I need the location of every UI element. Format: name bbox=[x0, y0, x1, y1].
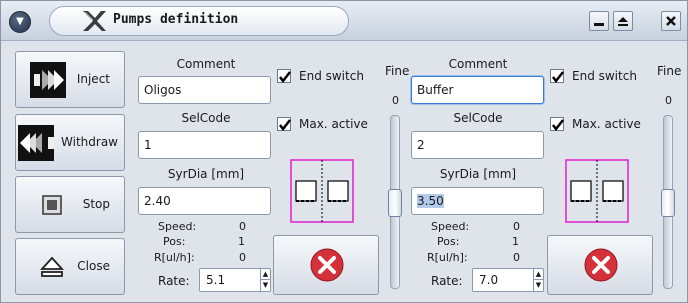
pump1-rate-down-icon[interactable]: ▼ bbox=[261, 280, 270, 291]
pump1-rate-label: Rate: bbox=[158, 274, 190, 288]
withdraw-button[interactable]: Withdraw bbox=[15, 114, 125, 171]
pump2-syrdia-label: SyrDia [mm] bbox=[439, 167, 517, 181]
cancel-x-icon bbox=[584, 248, 618, 282]
pump2-speed-label: Speed: bbox=[431, 220, 470, 233]
title-bar[interactable]: ▼ Pumps definition bbox=[1, 1, 687, 41]
pump1-pos-label: Pos: bbox=[163, 235, 186, 248]
pump1-comment-label: Comment bbox=[176, 57, 236, 71]
pump2-end-switch-label: End switch bbox=[572, 69, 637, 83]
pump2-rate-up-icon[interactable]: ▲ bbox=[534, 269, 543, 280]
pumps-definition-window: ▼ Pumps definition Inject Withdraw Stop … bbox=[0, 0, 688, 303]
pump2-speed-value: 0 bbox=[513, 220, 520, 233]
window-menu-button[interactable]: ▼ bbox=[9, 11, 31, 33]
pump2-rate-unit-label: R[ul/h]: bbox=[427, 251, 468, 264]
withdraw-arrow-icon bbox=[18, 125, 54, 161]
pump1-syrdia-label: SyrDia [mm] bbox=[167, 167, 245, 181]
pump1-syrdia-input[interactable]: 2.40 bbox=[138, 187, 271, 215]
pump2-rate-spinbox[interactable]: 7.0 ▲ ▼ bbox=[472, 268, 544, 292]
pump1-end-switch-checkbox[interactable] bbox=[277, 69, 291, 84]
pump1-max-active-checkbox[interactable] bbox=[277, 117, 291, 132]
checkmark-icon bbox=[279, 71, 291, 84]
pump1-syringe-icon bbox=[290, 159, 354, 223]
maximize-button[interactable] bbox=[613, 11, 633, 31]
checkmark-icon bbox=[552, 71, 564, 84]
x-logo-icon bbox=[83, 11, 106, 31]
pump2-max-active-label: Max. active bbox=[572, 117, 641, 131]
pump1-end-switch-label: End switch bbox=[299, 69, 364, 83]
inject-label: Inject bbox=[76, 72, 110, 86]
close-action-button[interactable]: Close bbox=[15, 238, 125, 295]
pump2-pos-label: Pos: bbox=[437, 235, 460, 248]
pump2-syrdia-input[interactable]: 3.50 bbox=[411, 187, 544, 215]
pump1-fine-label: Fine bbox=[385, 64, 410, 78]
pump1-selcode-label: SelCode bbox=[181, 111, 231, 125]
pump1-max-active-label: Max. active bbox=[299, 117, 368, 131]
eject-icon bbox=[40, 256, 64, 277]
inject-button[interactable]: Inject bbox=[15, 51, 125, 108]
inject-arrow-icon bbox=[30, 62, 66, 98]
minimize-icon bbox=[594, 23, 604, 26]
pump2-syringe-icon bbox=[565, 159, 629, 223]
pump1-fine-slider-thumb[interactable] bbox=[388, 189, 402, 217]
stop-button[interactable]: Stop bbox=[15, 176, 125, 233]
pump1-speed-label: Speed: bbox=[158, 220, 197, 233]
pump1-comment-input[interactable]: Oligos bbox=[138, 76, 271, 104]
cancel-x-icon bbox=[310, 248, 344, 282]
pump2-comment-label: Comment bbox=[448, 57, 508, 71]
pump2-rate-arrows[interactable]: ▲ ▼ bbox=[533, 269, 543, 291]
stop-label: Stop bbox=[82, 197, 110, 211]
pump1-rate-value: 5.1 bbox=[206, 273, 226, 287]
pump1-rate-spinbox[interactable]: 5.1 ▲ ▼ bbox=[199, 268, 271, 292]
pump2-syrdia-value: 3.50 bbox=[417, 194, 444, 208]
pump1-cancel-button[interactable] bbox=[273, 235, 379, 295]
pump2-selcode-label: SelCode bbox=[453, 111, 503, 125]
pump2-pos-value: 1 bbox=[512, 235, 519, 248]
pump2-rate-down-icon[interactable]: ▼ bbox=[534, 280, 543, 291]
pump2-cancel-button[interactable] bbox=[547, 235, 653, 295]
pump1-speed-value: 0 bbox=[239, 220, 246, 233]
pump2-fine-label: Fine bbox=[657, 64, 682, 78]
checkmark-icon bbox=[552, 119, 564, 132]
pump1-rate-unit-label: R[ul/h]: bbox=[154, 251, 195, 264]
checkmark-icon bbox=[279, 119, 291, 132]
pump2-selcode-input[interactable]: 2 bbox=[411, 131, 544, 159]
pump2-rate-label: Rate: bbox=[431, 274, 463, 288]
pump2-end-switch-checkbox[interactable] bbox=[550, 69, 564, 84]
pump2-rate-value: 7.0 bbox=[479, 273, 499, 287]
stop-square-icon bbox=[42, 195, 62, 215]
pump1-rate-arrows[interactable]: ▲ ▼ bbox=[260, 269, 270, 291]
close-label: Close bbox=[77, 259, 110, 273]
pump2-comment-input[interactable]: Buffer bbox=[411, 76, 544, 104]
window-title: Pumps definition bbox=[113, 12, 239, 27]
close-button[interactable] bbox=[661, 11, 681, 31]
chevron-down-icon: ▼ bbox=[16, 16, 24, 27]
pump1-rate-up-icon[interactable]: ▲ bbox=[261, 269, 270, 280]
maximize-icon bbox=[618, 17, 628, 26]
pump2-rate-unit-value: 0 bbox=[513, 251, 520, 264]
pump1-fine-value: 0 bbox=[392, 94, 399, 107]
withdraw-label: Withdraw bbox=[61, 135, 118, 149]
pump1-pos-value: 1 bbox=[238, 235, 245, 248]
pump1-rate-unit-value: 0 bbox=[239, 251, 246, 264]
pump1-selcode-input[interactable]: 1 bbox=[138, 131, 271, 159]
pump2-fine-value: 0 bbox=[665, 94, 672, 107]
pump2-fine-slider-thumb[interactable] bbox=[661, 189, 675, 217]
close-icon bbox=[666, 16, 676, 26]
pump2-max-active-checkbox[interactable] bbox=[550, 117, 564, 132]
minimize-button[interactable] bbox=[589, 11, 609, 31]
